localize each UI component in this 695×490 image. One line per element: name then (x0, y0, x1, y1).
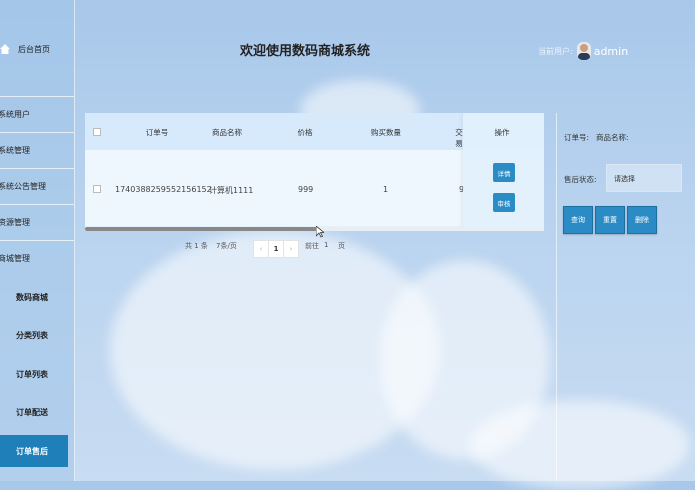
sidebar-home[interactable]: 后台首页 (0, 36, 74, 62)
reset-button[interactable]: 重置 (595, 206, 625, 234)
pagination-total: 共 1 条 (185, 242, 208, 250)
table-scrollbar-thumb[interactable] (85, 227, 318, 231)
filter-product-label: 商品名称: (596, 133, 629, 142)
home-icon (0, 44, 10, 54)
delete-button[interactable]: 删除 (627, 206, 657, 234)
operations-column: 操作 详情 审核 (463, 113, 544, 231)
pagination-next-button[interactable]: › (283, 240, 299, 258)
sidebar-home-label: 后台首页 (18, 44, 50, 54)
username[interactable]: admin (594, 45, 628, 58)
filter-status-label: 售后状态: (564, 175, 597, 184)
pagination-current-page[interactable]: 1 (268, 240, 284, 258)
mouse-cursor-icon (316, 226, 324, 238)
sidebar-item-system[interactable]: 系统管理 (0, 132, 74, 168)
select-all-checkbox[interactable] (93, 128, 101, 136)
panel-divider (556, 113, 557, 481)
pagination-prev-button[interactable]: ‹ (253, 240, 269, 258)
cell-product: 计算机1111 (209, 186, 254, 195)
sidebar-item-mall[interactable]: 商城管理 (0, 240, 74, 276)
col-order-no: 订单号 (145, 128, 169, 137)
current-user: 当前用户: admin (538, 42, 628, 60)
cell-price: 999 (298, 185, 314, 194)
pagination-page-size[interactable]: 7条/页 (216, 241, 237, 251)
sidebar-subitem-order-delivery[interactable]: 订单配送 (0, 398, 74, 426)
sidebar-subitem-after-sales[interactable]: 订单售后 (0, 435, 68, 467)
pagination-goto-prefix: 前往 (305, 242, 319, 250)
sidebar-item-resources[interactable]: 资源管理 (0, 204, 74, 240)
review-button[interactable]: 审核 (493, 193, 515, 212)
orders-table: 订单号 商品名称 价格 购买数量 交易 1740388259552156152 … (85, 113, 544, 231)
col-product: 商品名称 (212, 128, 242, 137)
sidebar-item-notice[interactable]: 系统公告管理 (0, 168, 74, 204)
sidebar-subitem-category-list[interactable]: 分类列表 (0, 321, 74, 349)
sidebar-subitem-order-list[interactable]: 订单列表 (0, 360, 74, 388)
pagination-goto-suffix: 页 (338, 242, 345, 250)
avatar[interactable] (576, 42, 591, 60)
col-qty: 购买数量 (371, 128, 401, 137)
sidebar: 后台首页 系统用户 系统管理 系统公告管理 资源管理 商城管理 数码商城 分类列… (0, 0, 75, 481)
filter-order-no-label: 订单号: (564, 133, 590, 142)
sidebar-item-users[interactable]: 系统用户 (0, 96, 74, 132)
sidebar-subitem-digital-mall[interactable]: 数码商城 (0, 283, 74, 311)
user-prefix: 当前用户: (538, 46, 573, 56)
page-title: 欢迎使用数码商城系统 (240, 44, 371, 59)
search-button[interactable]: 查询 (563, 206, 593, 234)
detail-button[interactable]: 详情 (493, 163, 515, 182)
col-price: 价格 (297, 128, 313, 137)
filter-status-select[interactable]: 请选择 (606, 164, 682, 192)
cell-qty: 1 (383, 185, 389, 194)
row-checkbox[interactable] (93, 185, 101, 193)
cell-order-no: 1740388259552156152 (115, 185, 212, 194)
col-operations: 操作 (494, 128, 510, 137)
cloud-decoration (470, 400, 690, 490)
filter-status-value: 请选择 (614, 175, 635, 183)
pagination-goto-input[interactable]: 1 (324, 241, 328, 249)
